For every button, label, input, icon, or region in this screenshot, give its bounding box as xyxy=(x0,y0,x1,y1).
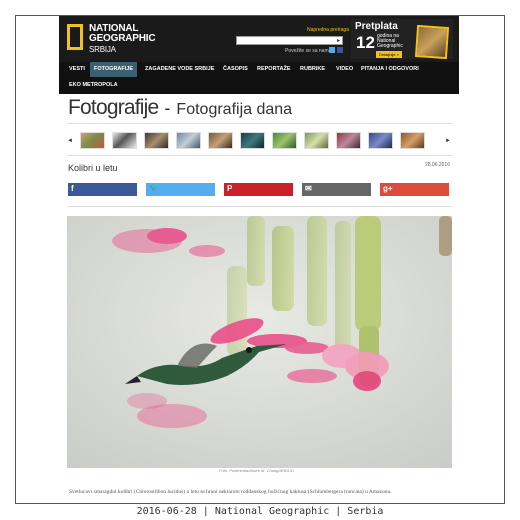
thumbnail[interactable] xyxy=(112,132,137,149)
photo-title: Kolibri u letu xyxy=(68,163,118,173)
email-icon: ✉ xyxy=(305,184,312,193)
thumbnail[interactable] xyxy=(400,132,425,149)
heading-divider xyxy=(67,123,452,124)
nav-item-zagadene-vode[interactable]: ZAGADENE VODE SRBIJE xyxy=(141,62,218,77)
logo-line-srbija: SRBIJA xyxy=(89,45,116,54)
subscription-promo[interactable]: Pretplata 12 godina na National Geograph… xyxy=(351,19,453,60)
search-input[interactable] xyxy=(236,36,343,45)
promo-number: 12 xyxy=(356,33,375,52)
photo-thumbnail-strip: ◄ ► xyxy=(67,132,452,154)
nav-item-eko-metropola[interactable]: EKO METROPOLA xyxy=(65,78,122,93)
promo-title: Pretplata xyxy=(355,21,398,32)
thumbnail[interactable] xyxy=(304,132,329,149)
nav-item-vesti[interactable]: VESTI xyxy=(65,62,89,77)
googleplus-icon: g+ xyxy=(383,184,393,193)
photo-date: 28.06.2016 xyxy=(425,162,451,168)
nav-item-rubrike[interactable]: RUBRIKE xyxy=(296,62,329,77)
thumbnail[interactable] xyxy=(144,132,169,149)
nav-item-casopis[interactable]: ČASOPIS xyxy=(219,62,252,77)
promo-details-button[interactable]: Detaljnije » xyxy=(376,51,402,58)
twitter-icon: 🐦 xyxy=(149,185,158,192)
advanced-search-link[interactable]: Napredna pretraga xyxy=(307,27,349,33)
photo-credit: Foto: Prolimedia/Andre M. Chang/ARDUO xyxy=(219,468,294,473)
share-email-button[interactable]: ✉ xyxy=(302,183,371,196)
logo-line-geographic: GEOGRAPHIC xyxy=(89,33,156,44)
page-title-separator: - xyxy=(164,98,171,118)
nav-item-reportaze[interactable]: REPORTAŽE xyxy=(253,62,295,77)
thumbnail[interactable] xyxy=(240,132,265,149)
thumbnail[interactable] xyxy=(80,132,105,149)
main-nav: VESTI FOTOGRAFIJE ZAGADENE VODE SRBIJE Č… xyxy=(59,62,459,94)
thumbnail[interactable] xyxy=(272,132,297,149)
thumbnail[interactable] xyxy=(368,132,393,149)
nav-item-pitanja[interactable]: PITANJA I ODGOVORI xyxy=(357,62,423,77)
magazine-cover-image xyxy=(414,24,450,60)
photo-caption: Svetlucavi smaragdni kolibri (Chlorostil… xyxy=(69,489,392,495)
gallery-next-icon[interactable]: ► xyxy=(445,138,451,144)
thumbnail[interactable] xyxy=(208,132,233,149)
share-pinterest-button[interactable]: P xyxy=(224,183,293,196)
site-logo[interactable]: NATIONAL GEOGRAPHIC SRBIJA xyxy=(89,24,156,55)
site-header: NATIONAL GEOGRAPHIC SRBIJA Napredna pret… xyxy=(59,16,459,62)
nav-item-video[interactable]: VIDEO xyxy=(332,62,357,77)
share-googleplus-button[interactable]: g+ xyxy=(380,183,449,196)
facebook-icon: f xyxy=(71,184,74,193)
page-title: Fotografije - Fotografija dana xyxy=(68,96,292,120)
gallery-prev-icon[interactable]: ◄ xyxy=(67,138,73,144)
pinterest-icon: P xyxy=(227,184,233,193)
hummingbird-photo-illustration xyxy=(67,216,452,468)
image-footer-caption: 2016-06-28 | National Geographic | Serbi… xyxy=(136,506,384,517)
page-subtitle: Fotografija dana xyxy=(176,101,293,118)
share-twitter-button[interactable]: 🐦 xyxy=(146,183,215,196)
share-facebook-button[interactable]: f xyxy=(68,183,137,196)
twitter-icon[interactable] xyxy=(329,47,335,53)
thumbnail[interactable] xyxy=(336,132,361,149)
thumbnail[interactable] xyxy=(176,132,201,149)
photo-of-the-day[interactable] xyxy=(67,216,452,468)
divider xyxy=(67,155,452,156)
nav-item-fotografije[interactable]: FOTOGRAFIJE xyxy=(90,62,138,77)
divider xyxy=(67,206,452,207)
promo-text: godina na National Geographic xyxy=(377,33,403,49)
facebook-icon[interactable] xyxy=(337,47,343,53)
page-title-main: Fotografije xyxy=(68,96,159,119)
search-submit-icon[interactable]: ▸ xyxy=(337,37,343,44)
connect-label: Povežite se sa nama xyxy=(285,48,332,54)
logo-yellow-border-icon[interactable] xyxy=(67,24,83,50)
